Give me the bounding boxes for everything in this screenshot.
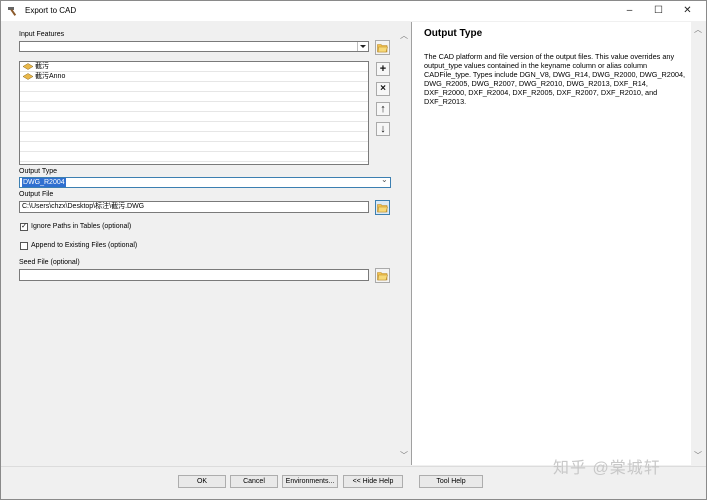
browse-seed-button[interactable] xyxy=(375,268,390,283)
tool-help-button[interactable]: Tool Help xyxy=(419,475,483,488)
ignore-paths-label: Ignore Paths in Tables (optional) xyxy=(31,223,132,230)
minimize-button[interactable]: – xyxy=(615,1,644,21)
title-bar: Export to CAD – ☐ ✕ xyxy=(1,1,706,21)
list-empty-row xyxy=(20,152,368,162)
chevron-down-icon[interactable] xyxy=(380,175,390,187)
close-button[interactable]: ✕ xyxy=(673,1,702,21)
move-up-button[interactable]: ↑ xyxy=(376,102,390,116)
list-empty-row xyxy=(20,82,368,92)
list-item[interactable]: 截污Anno xyxy=(20,72,368,82)
list-empty-row xyxy=(20,102,368,112)
folder-open-icon xyxy=(377,204,388,213)
layer-icon xyxy=(23,73,33,80)
add-feature-button[interactable]: + xyxy=(376,62,390,76)
maximize-button[interactable]: ☐ xyxy=(644,1,673,21)
help-title: Output Type xyxy=(424,28,483,39)
list-item-label: 截污Anno xyxy=(35,73,66,80)
features-list[interactable]: 截污 截污Anno xyxy=(19,61,369,165)
seed-file-input[interactable] xyxy=(19,269,369,281)
list-empty-row xyxy=(20,142,368,152)
append-checkbox[interactable] xyxy=(20,242,28,250)
browse-input-button[interactable] xyxy=(375,40,390,55)
help-panel: Output Type The CAD platform and file ve… xyxy=(411,22,691,465)
append-label: Append to Existing Files (optional) xyxy=(31,242,138,249)
seed-file-label: Seed File (optional) xyxy=(19,259,80,266)
layer-icon xyxy=(23,63,33,70)
ok-button[interactable]: OK xyxy=(178,475,226,488)
hammer-icon xyxy=(8,7,17,16)
list-item-label: 截污 xyxy=(35,63,49,70)
list-empty-row xyxy=(20,112,368,122)
input-features-label: Input Features xyxy=(19,31,65,38)
folder-open-icon xyxy=(377,272,388,281)
hide-help-button[interactable]: << Hide Help xyxy=(343,475,403,488)
output-type-dropdown[interactable]: DWG_R2004 xyxy=(19,175,391,188)
folder-open-icon xyxy=(377,44,388,53)
list-item[interactable]: 截污 xyxy=(20,62,368,72)
environments-button[interactable]: Environments... xyxy=(282,475,338,488)
help-scrollbar[interactable]: ︿ ﹀ xyxy=(691,22,705,465)
scroll-down-icon[interactable]: ﹀ xyxy=(691,450,705,462)
move-down-button[interactable]: ↓ xyxy=(376,122,390,136)
list-empty-row xyxy=(20,122,368,132)
window-title: Export to CAD xyxy=(25,6,77,15)
input-features-dropdown[interactable] xyxy=(19,41,369,52)
cancel-button[interactable]: Cancel xyxy=(230,475,278,488)
scroll-up-icon[interactable]: ︿ xyxy=(691,24,705,36)
scroll-down-icon[interactable]: ﹀ xyxy=(399,451,409,461)
output-file-input[interactable]: C:\Users\chzx\Desktop\标注\截污.DWG xyxy=(19,201,369,213)
ignore-paths-checkbox[interactable]: ✓ xyxy=(20,223,28,231)
parameters-panel: Input Features 截污 截污Anno + × ↑ ↓ Output … xyxy=(9,23,409,463)
output-file-label: Output File xyxy=(19,191,54,198)
list-empty-row xyxy=(20,92,368,102)
watermark: 知乎 @棠城轩 xyxy=(553,460,661,477)
help-text: The CAD platform and file version of the… xyxy=(424,52,686,106)
list-empty-row xyxy=(20,132,368,142)
remove-feature-button[interactable]: × xyxy=(376,82,390,96)
scroll-up-icon[interactable]: ︿ xyxy=(399,31,409,41)
parameters-scrollbar[interactable]: ︿ ﹀ xyxy=(399,23,409,463)
output-type-label: Output Type xyxy=(19,168,58,175)
browse-output-button[interactable] xyxy=(375,200,390,215)
chevron-down-icon[interactable] xyxy=(357,42,368,51)
export-to-cad-dialog: Export to CAD – ☐ ✕ Input Features 截污 截污… xyxy=(0,0,707,500)
output-type-value: DWG_R2004 xyxy=(22,178,66,187)
